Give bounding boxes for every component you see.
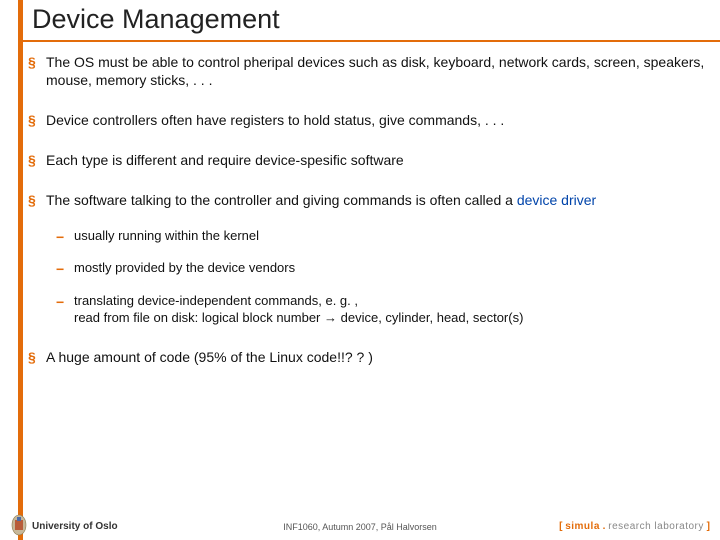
bullet-item: The OS must be able to control pheripal … (28, 54, 708, 90)
bullet-text: The software talking to the controller a… (46, 192, 517, 208)
title-underline (23, 40, 720, 42)
sub-bullet-item: translating device-independent commands,… (56, 293, 708, 327)
bullet-text: The OS must be able to control pheripal … (46, 54, 704, 88)
brand-name: simula (565, 521, 600, 532)
accent-vertical-rule (18, 0, 23, 540)
sub-bullet-text: mostly provided by the device vendors (74, 260, 295, 275)
slide-body: The OS must be able to control pheripal … (28, 54, 708, 389)
bullet-item: Device controllers often have registers … (28, 112, 708, 130)
footer: University of Oslo INF1060, Autumn 2007,… (0, 510, 720, 540)
footer-right-brand: [ simula . research laboratory ] (559, 521, 710, 532)
slide-title: Device Management (32, 4, 280, 35)
emphasis-term: device driver (517, 192, 596, 208)
sub-bullet-text: usually running within the kernel (74, 228, 259, 243)
bullet-text: A huge amount of code (95% of the Linux … (46, 349, 373, 365)
sub-bullet-text: translating device-independent commands,… (74, 293, 523, 325)
bullet-text: Each type is different and require devic… (46, 152, 404, 168)
bracket-close: ] (704, 521, 710, 532)
bullet-item: Each type is different and require devic… (28, 152, 708, 170)
bullet-item: The software talking to the controller a… (28, 192, 708, 327)
bullet-item: A huge amount of code (95% of the Linux … (28, 349, 708, 367)
sub-bullet-item: usually running within the kernel (56, 228, 708, 245)
bullet-text: Device controllers often have registers … (46, 112, 504, 128)
brand-dot: . (600, 521, 608, 532)
brand-suffix: research laboratory (608, 521, 704, 532)
sub-bullet-item: mostly provided by the device vendors (56, 260, 708, 277)
